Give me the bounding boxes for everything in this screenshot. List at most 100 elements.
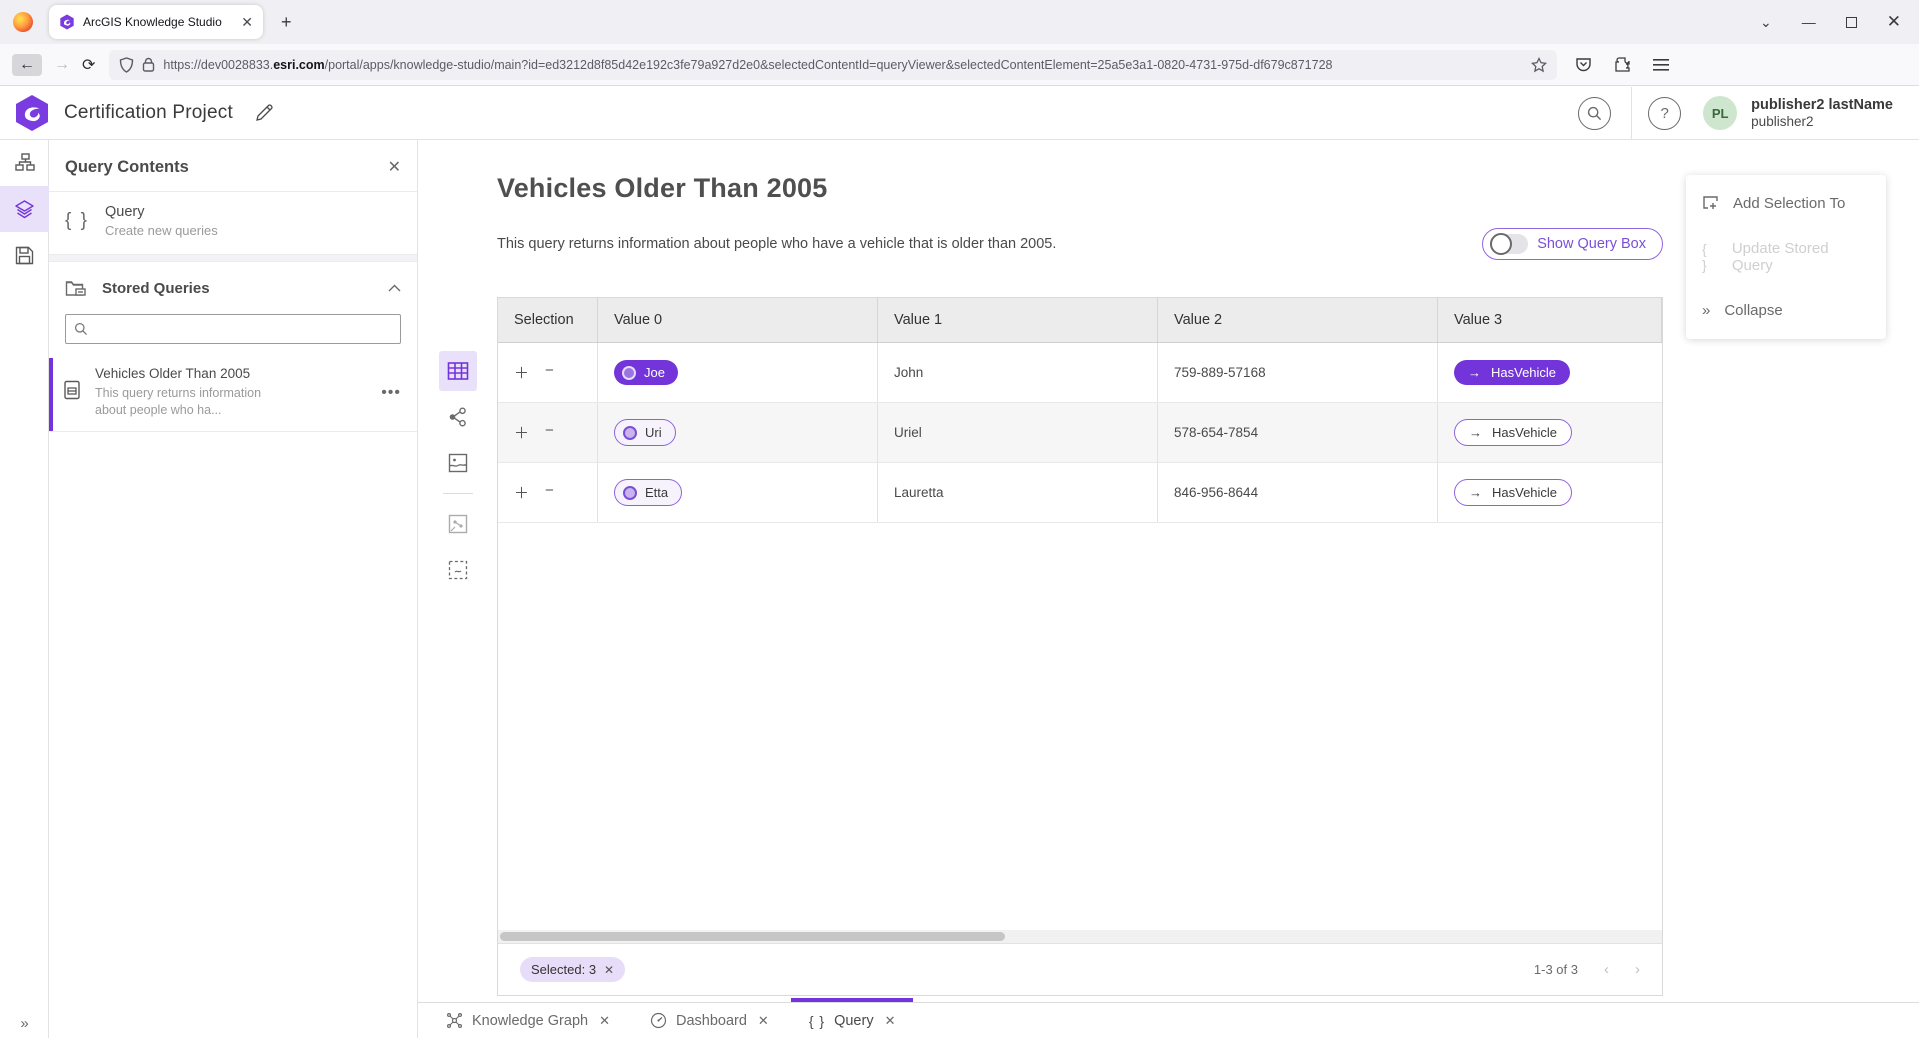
query-contents-panel: Query Contents ✕ { } Query Create new qu… [49,140,418,1038]
rail-item-contents[interactable] [0,186,49,232]
selected-indicator [49,358,53,431]
toolstrip-divider [443,493,473,494]
toggle-knob [1490,233,1512,255]
list-tabs-icon[interactable]: ⌄ [1760,14,1772,31]
new-query-item[interactable]: { } Query Create new queries [49,191,417,255]
tab-close-icon[interactable]: ✕ [885,1013,896,1029]
tab-close-icon[interactable]: ✕ [599,1013,610,1029]
add-to-selection-icon[interactable]: ＋ [514,482,529,503]
menu-item-add-selection-to[interactable]: Add Selection To [1686,181,1886,226]
stored-queries-search[interactable] [65,314,401,344]
browser-tab[interactable]: ArcGIS Knowledge Studio ✕ [49,5,263,39]
tab-dashboard[interactable]: Dashboard ✕ [632,1003,787,1038]
table-view-button[interactable] [439,351,477,391]
stored-queries-header[interactable]: Stored Queries [49,262,417,314]
dashboard-gauge-icon [650,1012,667,1029]
chevron-up-icon [388,284,401,292]
minimize-icon[interactable]: — [1802,14,1816,30]
add-to-link-chart-button[interactable] [439,504,477,544]
relationship-pill[interactable]: →HasVehicle [1454,479,1572,506]
user-info[interactable]: publisher2 lastName publisher2 [1751,96,1893,131]
cell-phone: 759-889-57168 [1158,343,1438,402]
add-to-selection-icon[interactable]: ＋ [514,362,529,383]
add-to-selection-icon[interactable]: ＋ [514,422,529,443]
entity-pill[interactable]: Uri [614,419,676,446]
tree-icon [15,153,35,173]
layers-icon [14,199,35,220]
entity-pill[interactable]: Etta [614,479,682,506]
column-header: Value 3 [1438,298,1662,342]
arrow-right-icon: → [1469,485,1482,500]
table-row[interactable]: ＋− Uri Uriel 578-654-7854 →HasVehicle [498,403,1662,463]
table-icon [447,361,469,381]
table-header-row: Selection Value 0 Value 1 Value 2 Value … [498,298,1662,343]
menu-item-collapse[interactable]: » Collapse [1686,288,1886,333]
previous-page-icon[interactable]: ‹ [1604,961,1609,978]
panel-divider [49,255,417,262]
rail-item-save[interactable] [0,232,49,278]
content-tab-bar: Knowledge Graph ✕ Dashboard ✕ { } Query … [418,1002,1919,1038]
relationship-pill[interactable]: →HasVehicle [1454,419,1572,446]
clear-selection-icon[interactable]: ✕ [604,963,614,977]
search-button[interactable] [1578,97,1611,130]
stored-query-item[interactable]: Vehicles Older Than 2005 This query retu… [49,358,417,432]
browser-tab-title: ArcGIS Knowledge Studio [83,15,233,29]
firefox-icon[interactable] [13,12,33,32]
menu-item-update-stored-query[interactable]: { } Update Stored Query [1686,226,1886,288]
stored-query-file-icon [63,380,81,400]
scrollbar-thumb[interactable] [500,932,1005,941]
remove-from-selection-icon[interactable]: − [545,422,554,443]
map-view-button[interactable] [439,443,477,483]
reload-button[interactable]: ⟳ [82,55,95,75]
bookmark-star-icon[interactable] [1531,57,1547,73]
entity-dot-icon [622,366,636,380]
edit-project-icon[interactable] [255,104,273,122]
table-row[interactable]: ＋− Joe John 759-889-57168 →HasVehicle [498,343,1662,403]
expand-rail-icon[interactable]: » [0,1015,49,1032]
tab-close-icon[interactable]: ✕ [758,1013,769,1029]
show-query-box-toggle[interactable]: Show Query Box [1482,228,1663,260]
remove-from-selection-icon[interactable]: − [545,482,554,503]
next-page-icon[interactable]: › [1635,961,1640,978]
new-tab-button[interactable]: + [281,12,292,33]
tab-knowledge-graph[interactable]: Knowledge Graph ✕ [428,1003,628,1038]
entity-dot-icon [623,426,637,440]
extensions-icon[interactable] [1614,56,1631,73]
horizontal-scrollbar[interactable] [498,930,1662,943]
knowledge-studio-logo [14,94,50,132]
toggle-label: Show Query Box [1537,236,1646,252]
maximize-icon[interactable] [1846,17,1857,28]
link-chart-view-button[interactable] [439,397,477,437]
arrow-right-icon: → [1469,425,1482,440]
table-row[interactable]: ＋− Etta Lauretta 846-956-8644 →HasVehicl… [498,463,1662,523]
entity-pill[interactable]: Joe [614,360,678,385]
app-header: Certification Project ? PL publisher2 la… [0,87,1919,140]
remove-from-selection-icon[interactable]: − [545,362,554,383]
column-header: Selection [498,298,598,342]
rail-item-project-tree[interactable] [0,140,49,186]
more-options-icon[interactable]: ••• [381,384,401,402]
tab-query[interactable]: { } Query ✕ [791,1003,914,1038]
cell-phone: 846-956-8644 [1158,463,1438,522]
selected-count-chip[interactable]: Selected: 3✕ [520,957,625,982]
tracking-shield-icon[interactable] [119,57,134,73]
window-close-icon[interactable]: ✕ [1887,12,1901,32]
lock-icon[interactable] [142,57,155,72]
help-button[interactable]: ? [1648,97,1681,130]
folder-icon [65,278,88,298]
select-tool-button[interactable] [439,550,477,590]
back-button[interactable]: ← [12,54,42,76]
relationship-pill[interactable]: →HasVehicle [1454,360,1570,385]
menu-hamburger-icon[interactable] [1653,58,1669,72]
user-subtitle: publisher2 [1751,114,1893,131]
search-icon [74,322,88,336]
search-input[interactable] [94,322,392,337]
pocket-icon[interactable] [1575,56,1592,73]
cell-name: Uriel [878,403,1158,462]
panel-close-icon[interactable]: ✕ [388,157,401,177]
forward-button[interactable]: → [54,56,70,74]
tab-close-icon[interactable]: ✕ [241,14,253,31]
avatar[interactable]: PL [1703,96,1737,130]
add-to-link-chart-icon [448,514,468,534]
url-bar[interactable]: https://dev0028833.esri.com/portal/apps/… [109,50,1557,80]
